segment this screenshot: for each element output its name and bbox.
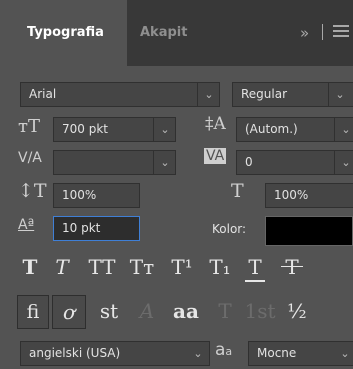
superscript-button[interactable]: T¹: [165, 254, 199, 280]
small-caps-button[interactable]: Tт: [124, 254, 160, 280]
subscript-button[interactable]: T₁: [203, 254, 237, 280]
font-family-select[interactable]: Arial ⌄: [20, 82, 220, 107]
kerning-field[interactable]: ⌄: [53, 150, 176, 175]
vertical-scale-value: 100%: [62, 188, 97, 202]
font-size-icon: тT: [18, 116, 40, 137]
tab-akapit[interactable]: Akapit: [140, 0, 187, 66]
horizontal-scale-field[interactable]: 100%: [265, 183, 353, 208]
vertical-scale-icon: ↕T: [18, 180, 47, 202]
leading-value: (Autom.): [245, 122, 298, 136]
horizontal-scale-icon: T: [231, 180, 244, 202]
tracking-icon: VA: [204, 148, 227, 164]
tab-typografia[interactable]: Typografia: [0, 0, 127, 66]
strikethrough-mark: [281, 266, 303, 267]
underline-button[interactable]: T: [243, 254, 267, 280]
leading-icon: ‡A: [205, 114, 226, 134]
chevron-down-icon[interactable]: ⌄: [334, 151, 353, 174]
font-style-select[interactable]: Regular ⌄: [232, 82, 353, 107]
tracking-field[interactable]: 0 ⌄: [236, 150, 353, 175]
baseline-shift-icon: Aª: [18, 217, 35, 233]
all-caps-button[interactable]: TT: [84, 254, 120, 280]
ordinals-button[interactable]: T: [210, 298, 240, 324]
superscript-ordinal-button[interactable]: 1st: [242, 298, 278, 324]
swash-button[interactable]: A: [130, 298, 164, 324]
font-size-field[interactable]: 700 pkt ⌄: [53, 117, 176, 142]
stylistic-alternates-button[interactable]: st: [92, 298, 126, 324]
strikethrough-button[interactable]: T: [280, 254, 304, 280]
font-style-value: Regular: [241, 87, 288, 101]
panel-menu[interactable]: »: [300, 0, 353, 66]
ligatures-toggle[interactable]: fi: [17, 295, 49, 329]
language-select[interactable]: angielski (USA) ⌄: [20, 341, 210, 366]
chevron-down-icon[interactable]: ⌄: [197, 83, 219, 106]
faux-italic-button[interactable]: T: [50, 254, 74, 280]
baseline-shift-value: 10 pkt: [62, 221, 101, 235]
language-value: angielski (USA): [29, 346, 121, 360]
antialias-select[interactable]: Mocne ⌄: [248, 341, 353, 366]
color-label: Kolor:: [212, 222, 247, 236]
vertical-scale-field[interactable]: 100%: [53, 183, 140, 208]
horizontal-scale-value: 100%: [274, 188, 309, 202]
underline-mark: [245, 280, 265, 282]
divider: [322, 24, 323, 40]
antialias-value: Mocne: [257, 346, 297, 360]
panel-tab-bar: Typografia Akapit »: [0, 0, 353, 66]
character-panel: Typografia Akapit » Arial ⌄ Regular ⌄ тT…: [0, 0, 353, 369]
chevron-down-icon[interactable]: ⌄: [328, 83, 351, 106]
font-family-value: Arial: [29, 87, 57, 101]
chevron-down-icon[interactable]: ⌄: [187, 342, 209, 365]
hamburger-menu-icon[interactable]: [333, 25, 349, 40]
fractions-button[interactable]: ½: [282, 298, 312, 324]
titling-alternates-button[interactable]: aa: [168, 298, 204, 324]
baseline-shift-field[interactable]: 10 pkt: [53, 216, 140, 241]
faux-bold-button[interactable]: T: [18, 254, 42, 280]
tracking-value: 0: [245, 155, 253, 169]
font-size-value: 700 pkt: [62, 122, 108, 136]
chevron-down-icon[interactable]: ⌄: [334, 342, 353, 365]
chevron-down-icon[interactable]: ⌄: [153, 151, 175, 174]
chevron-down-icon[interactable]: ⌄: [334, 118, 353, 141]
discretionary-ligatures-toggle[interactable]: ơ: [52, 295, 86, 329]
discretionary-glyph: ơ: [62, 300, 76, 324]
chevron-down-icon[interactable]: ⌄: [153, 118, 175, 141]
collapse-chevron-icon[interactable]: »: [300, 0, 309, 66]
antialias-icon: aa: [215, 340, 233, 360]
ligatures-glyph: fi: [26, 301, 40, 323]
leading-field[interactable]: (Autom.) ⌄: [236, 117, 353, 142]
kerning-icon: V/A: [18, 150, 42, 166]
text-color-swatch[interactable]: [265, 216, 353, 246]
